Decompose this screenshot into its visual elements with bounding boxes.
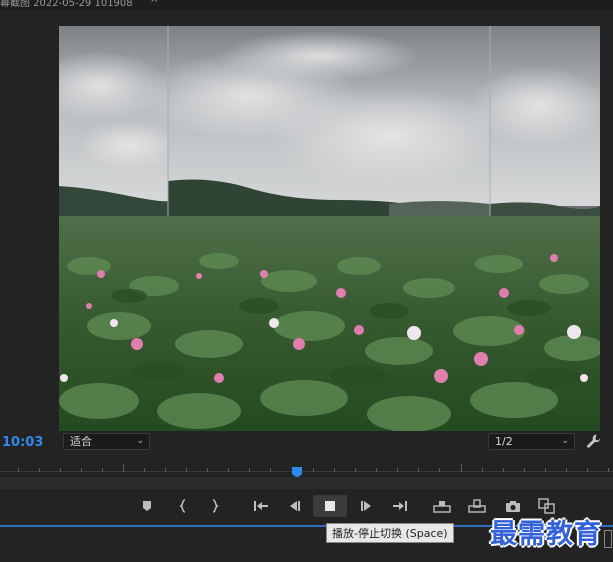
ruler-tick: [270, 468, 271, 472]
ruler-tick: [228, 468, 229, 472]
time-ruler[interactable]: [0, 455, 613, 477]
step-forward-button[interactable]: [356, 496, 376, 516]
chevron-down-icon: ⌄: [136, 436, 144, 446]
zoom-level-select[interactable]: 适合 ⌄: [63, 433, 150, 450]
ruler-tick: [334, 468, 335, 472]
wrench-icon[interactable]: [586, 433, 602, 449]
marker-icon: [143, 501, 151, 511]
play-stop-tooltip: 播放-停止切换 (Space): [326, 523, 454, 543]
ruler-tick: [144, 468, 145, 472]
mark-in-button[interactable]: [173, 496, 193, 516]
mark-in-icon: [179, 499, 186, 513]
ruler-tick: [249, 468, 250, 472]
watermark-logo: 最需教育: [490, 519, 602, 550]
program-monitor-video: [59, 26, 600, 431]
mark-out-icon: [212, 499, 219, 513]
playhead-handle[interactable]: [292, 463, 302, 478]
play-stop-button[interactable]: [313, 495, 347, 517]
ruler-tick: [102, 468, 103, 472]
ruler-baseline: [0, 471, 613, 472]
ruler-tick: [165, 468, 166, 472]
timeline-zoom-scrollbar[interactable]: [0, 477, 613, 489]
overwrite-icon: [468, 499, 486, 513]
overwrite-button[interactable]: [467, 496, 487, 516]
close-icon[interactable]: ×: [150, 0, 158, 5]
ruler-tick: [587, 468, 588, 472]
go-to-out-button[interactable]: [390, 496, 410, 516]
add-marker-button[interactable]: [137, 496, 157, 516]
playback-resolution-select[interactable]: 1/2 ⌄: [488, 433, 575, 450]
insert-button[interactable]: [432, 496, 452, 516]
ruler-tick: [545, 468, 546, 472]
zoom-level-value: 适合: [70, 435, 92, 448]
ruler-tick: [39, 468, 40, 472]
step-back-button[interactable]: [285, 496, 305, 516]
go-to-in-icon: [254, 501, 268, 511]
ruler-tick: [524, 468, 525, 472]
ruler-tick: [207, 468, 208, 472]
playhead-timecode[interactable]: 10:03: [2, 435, 43, 450]
ruler-tick: [482, 468, 483, 472]
ruler-tick: [608, 468, 609, 472]
ruler-tick: [503, 468, 504, 472]
insert-icon: [433, 501, 451, 513]
lotus-field-frame: [59, 26, 600, 431]
step-back-icon: [290, 501, 300, 511]
ruler-tick: [355, 468, 356, 472]
go-to-out-icon: [393, 501, 407, 511]
window-title: 幕截图 2022-05-29 101908: [0, 0, 133, 9]
ruler-tick: [313, 468, 314, 472]
ruler-tick: [439, 468, 440, 472]
ruler-tick: [123, 464, 124, 472]
window-titlebar: 幕截图 2022-05-29 101908 ×: [0, 0, 613, 10]
ruler-tick: [186, 468, 187, 472]
playback-resolution-value: 1/2: [495, 435, 513, 448]
step-forward-icon: [361, 501, 371, 511]
chevron-down-icon: ⌄: [561, 436, 569, 446]
ruler-tick: [566, 468, 567, 472]
ruler-tick: [60, 468, 61, 472]
ruler-tick: [81, 468, 82, 472]
ruler-tick: [376, 468, 377, 472]
corner-box: [604, 530, 612, 548]
ruler-tick: [461, 464, 462, 472]
ruler-tick: [397, 468, 398, 472]
camera-icon: [506, 500, 520, 512]
ruler-tick: [418, 468, 419, 472]
stop-icon: [325, 501, 335, 511]
mark-out-button[interactable]: [205, 496, 225, 516]
ruler-tick: [18, 468, 19, 472]
go-to-in-button[interactable]: [251, 496, 271, 516]
